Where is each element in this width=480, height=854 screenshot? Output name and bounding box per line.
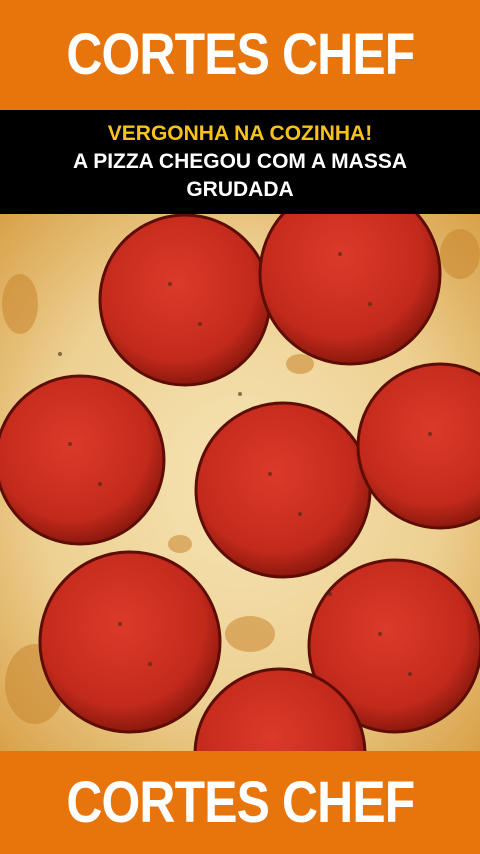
headline-line-2: A PIZZA CHEGOU COM A MASSA GRUDADA: [72, 150, 408, 201]
bottom-banner: CORTES CHEF: [0, 751, 480, 854]
pepperoni-pizza-image: [0, 214, 480, 751]
pizza-photo: [0, 214, 480, 751]
video-frame: CORTES CHEF VERGONHA NA COZINHA! A PIZZA…: [0, 0, 480, 854]
headline-line-1: VERGONHA NA COZINHA!: [107, 122, 373, 145]
top-banner: CORTES CHEF: [0, 0, 480, 110]
brand-title-top: CORTES CHEF: [65, 22, 415, 87]
headline-box: VERGONHA NA COZINHA! A PIZZA CHEGOU COM …: [0, 110, 480, 214]
brand-title-bottom: CORTES CHEF: [65, 769, 415, 835]
